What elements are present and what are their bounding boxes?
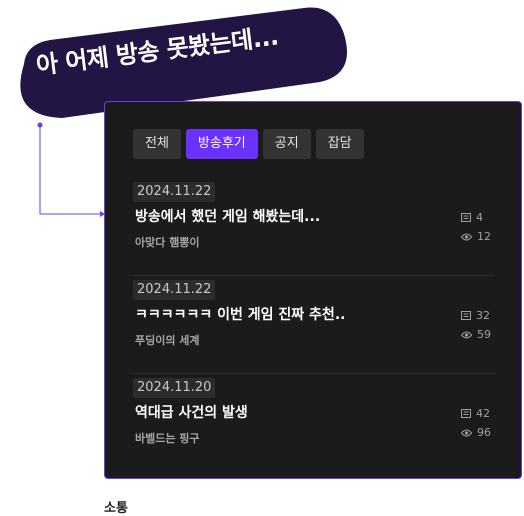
post-date: 2024.11.22 xyxy=(133,280,216,300)
comment-count: 42 xyxy=(461,407,495,420)
view-count: 96 xyxy=(461,426,495,439)
post-list: 2024.11.22 방송에서 했던 게임 해봤는데... 아맞다 햄뽕이 4 … xyxy=(133,178,495,471)
post-author: 푸딩이의 세계 xyxy=(135,334,200,347)
comment-icon xyxy=(461,213,471,222)
post-title[interactable]: ㅋㅋㅋㅋㅋㅋ 이번 게임 진짜 추천.. xyxy=(135,304,435,324)
comment-count: 4 xyxy=(461,211,495,224)
board-panel: 전체 방송후기 공지 잡담 2024.11.22 방송에서 했던 게임 해봤는데… xyxy=(104,101,522,479)
comment-count-value: 42 xyxy=(476,407,490,420)
eye-icon xyxy=(461,233,472,240)
view-count: 12 xyxy=(461,230,495,243)
post-author: 아맞다 햄뽕이 xyxy=(135,236,200,249)
view-count: 59 xyxy=(461,328,495,341)
post-date: 2024.11.22 xyxy=(133,182,216,202)
section-label: 소통 xyxy=(104,501,128,516)
post-title[interactable]: 방송에서 했던 게임 해봤는데... xyxy=(135,206,435,226)
eye-icon xyxy=(461,331,472,338)
tab-notice[interactable]: 공지 xyxy=(262,129,311,159)
view-count-value: 12 xyxy=(477,230,491,243)
post-title[interactable]: 역대급 사건의 발생 xyxy=(135,402,435,422)
eye-icon xyxy=(461,429,472,436)
list-item[interactable]: 2024.11.22 ㅋㅋㅋㅋㅋㅋ 이번 게임 진짜 추천.. 푸딩이의 세계 … xyxy=(133,276,495,374)
board-tabs: 전체 방송후기 공지 잡담 xyxy=(133,129,364,159)
tab-all[interactable]: 전체 xyxy=(133,129,181,159)
view-count-value: 59 xyxy=(477,328,491,341)
view-count-value: 96 xyxy=(477,426,491,439)
list-item[interactable]: 2024.11.20 역대급 사건의 발생 바벨드는 핑구 42 96 xyxy=(133,374,495,471)
tab-broadcast-review[interactable]: 방송후기 xyxy=(185,129,258,159)
post-date: 2024.11.20 xyxy=(133,378,216,398)
tab-chat[interactable]: 잡담 xyxy=(315,129,364,159)
comment-icon xyxy=(461,311,471,320)
comment-count-value: 4 xyxy=(476,211,483,224)
list-item[interactable]: 2024.11.22 방송에서 했던 게임 해봤는데... 아맞다 햄뽕이 4 … xyxy=(133,178,495,276)
comment-count-value: 32 xyxy=(476,309,490,322)
comment-count: 32 xyxy=(461,309,495,322)
post-author: 바벨드는 핑구 xyxy=(135,432,200,445)
comment-icon xyxy=(461,409,471,418)
